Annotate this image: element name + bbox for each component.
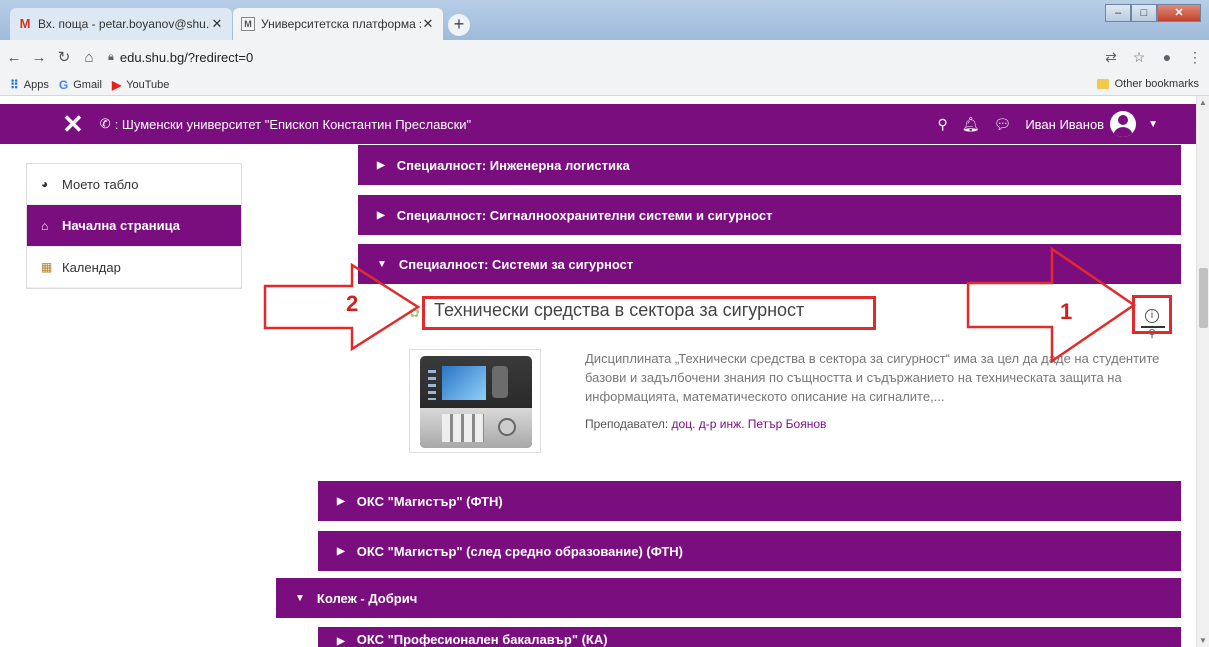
lock-icon: 🔒︎ (108, 50, 114, 63)
category-label: ОКС "Магистър" (след средно образование)… (356, 543, 683, 559)
chat-icon[interactable]: 💬︎ (994, 116, 1012, 133)
home-icon: ⌂ (41, 218, 49, 233)
nav-item-home[interactable]: ⌂ Начална страница (27, 205, 241, 247)
bookmarks-bar: ⠿ Apps G Gmail ▶ YouTube Other bookmarks (0, 74, 1209, 96)
category-masters-after-secondary[interactable]: ▶ ОКС "Магистър" (след средно образовани… (318, 531, 1181, 571)
site-name[interactable]: : Шуменски университет "Епископ Констант… (115, 117, 471, 132)
bookmark-apps[interactable]: ⠿ Apps (10, 78, 49, 92)
back-icon[interactable]: ← (3, 49, 25, 66)
category-professional-bachelor[interactable]: ▶ ОКС "Професионален бакалавър" (КА) (318, 627, 1181, 647)
bookmark-label: Gmail (73, 78, 102, 91)
bookmark-gmail[interactable]: G Gmail (59, 78, 102, 92)
nav-item-dashboard[interactable]: ◕ Моето табло (27, 164, 241, 205)
annotation-label-2: 2 (346, 291, 359, 316)
new-tab-button[interactable]: + (448, 14, 470, 36)
category-label: Специалност: Инженерна логистика (396, 157, 630, 173)
course-teacher: Преподавател: доц. д-р инж. Петър Боянов (585, 417, 826, 431)
category-alarm-systems[interactable]: ▶ Специалност: Сигналноохранителни систе… (358, 195, 1181, 235)
caret-right-icon: ▶ (377, 209, 385, 221)
url-field[interactable]: 🔒︎ edu.shu.bg/?redirect=0 (108, 44, 1097, 70)
caret-right-icon: ▶ (337, 545, 345, 557)
category-college-dobrich[interactable]: ▼ Колеж - Добрич (276, 578, 1181, 618)
scrollbar-thumb[interactable] (1199, 268, 1208, 328)
category-masters-ftn[interactable]: ▶ ОКС "Магистър" (ФТН) (318, 481, 1181, 521)
translate-icon[interactable]: ⇄ (1097, 49, 1125, 66)
folder-icon (1096, 79, 1109, 89)
gmail-icon: M (19, 16, 31, 31)
caret-down-icon: ▼ (295, 592, 305, 604)
nav-item-label: Моето табло (62, 176, 139, 192)
course-icon: ✿ (409, 305, 420, 320)
caret-right-icon: ▶ (377, 159, 385, 171)
caret-right-icon: ▶ (337, 636, 345, 647)
other-bookmarks[interactable]: Other bookmarks (1096, 78, 1199, 90)
url-text: edu.shu.bg/?redirect=0 (119, 49, 254, 65)
apps-grid-icon: ⠿ (10, 77, 19, 92)
window-controls: – □ ✕ (1105, 4, 1201, 22)
bookmark-star-icon[interactable]: ☆ (1125, 49, 1153, 66)
close-drawer-icon[interactable]: ✕ (62, 111, 84, 137)
close-window-button[interactable]: ✕ (1157, 4, 1201, 22)
reload-icon[interactable]: ↻ (53, 48, 75, 66)
youtube-icon: ▶ (111, 77, 122, 92)
category-label: Специалност: Системи за сигурност (398, 256, 634, 272)
tab-title: Университетска платформа за с (261, 17, 421, 31)
tab-gmail[interactable]: M Вх. поща - petar.boyanov@shu.b ✕ (10, 8, 232, 40)
nav-item-label: Календар (62, 259, 121, 275)
bookmark-youtube[interactable]: ▶ YouTube (112, 78, 169, 92)
dashboard-icon: ◕ (41, 177, 49, 191)
close-tab-icon[interactable]: ✕ (210, 16, 224, 32)
header-user-area: ⚲ 🔔︎ 💬︎ Иван Иванов ▼ (923, 104, 1158, 144)
minimize-button[interactable]: – (1105, 4, 1131, 22)
caret-down-icon: ▼ (377, 258, 387, 270)
category-engineering-logistics[interactable]: ▶ Специалност: Инженерна логистика (358, 145, 1181, 185)
menu-dots-icon[interactable]: ⋮ (1181, 49, 1209, 66)
nav-item-calendar[interactable]: ▦ Календар (27, 247, 241, 288)
phone-icon: ✆ (99, 116, 111, 131)
address-bar: ← → ↻ ⌂ 🔒︎ edu.shu.bg/?redirect=0 ⇄ ☆ ● … (0, 40, 1209, 74)
access-control-device-image (420, 356, 532, 448)
left-navigation: ◕ Моето табло ⌂ Начална страница ▦ Кален… (26, 163, 242, 289)
highlight-course-title (422, 296, 876, 330)
maximize-button[interactable]: □ (1131, 4, 1157, 22)
tab-title: Вх. поща - petar.boyanov@shu.b (38, 17, 210, 31)
highlight-info-button (1132, 295, 1172, 334)
browser-tab-strip: M Вх. поща - petar.boyanov@shu.b ✕ M Уни… (0, 0, 1209, 40)
teacher-label: Преподавател: (585, 417, 669, 431)
calendar-icon: ▦ (41, 260, 53, 274)
bookmark-label: YouTube (126, 78, 170, 91)
forward-icon[interactable]: → (28, 49, 50, 66)
page-scrollbar[interactable]: ▲ ▼ (1196, 96, 1209, 647)
caret-right-icon: ▶ (337, 495, 345, 507)
category-security-systems[interactable]: ▼ Специалност: Системи за сигурност (358, 244, 1181, 284)
category-label: Специалност: Сигналноохранителни системи… (396, 207, 773, 223)
tab-university-platform[interactable]: M Университетска платформа за с ✕ (233, 8, 443, 40)
annotation-label-1: 1 (1060, 299, 1073, 324)
scroll-down-icon[interactable]: ▼ (1199, 636, 1207, 645)
bell-icon[interactable]: 🔔︎ (962, 116, 980, 133)
teacher-link[interactable]: доц. д-р инж. Петър Боянов (672, 417, 827, 431)
scroll-up-icon[interactable]: ▲ (1199, 98, 1207, 107)
other-bookmarks-label: Other bookmarks (1114, 78, 1199, 90)
profile-icon[interactable]: ● (1153, 49, 1181, 65)
course-image[interactable] (409, 349, 541, 453)
close-tab-icon[interactable]: ✕ (421, 16, 435, 32)
home-icon[interactable]: ⌂ (78, 49, 100, 66)
site-header: ✕ ✆ : Шуменски университет "Епископ Конс… (0, 104, 1196, 144)
category-label: Колеж - Добрич (316, 590, 418, 606)
nav-item-label: Начална страница (62, 218, 181, 233)
category-label: ОКС "Професионален бакалавър" (КА) (356, 632, 608, 647)
user-name[interactable]: Иван Иванов (1025, 117, 1104, 132)
avatar[interactable] (1110, 111, 1137, 137)
moodle-icon: M (241, 17, 255, 31)
caret-down-icon[interactable]: ▼ (1148, 119, 1158, 130)
search-icon[interactable]: ⚲ (937, 116, 947, 133)
bookmark-label: Apps (23, 78, 49, 91)
google-icon: G (58, 77, 69, 92)
course-summary: Дисциплината „Технически средства в сект… (585, 351, 1160, 404)
category-label: ОКС "Магистър" (ФТН) (356, 493, 503, 509)
